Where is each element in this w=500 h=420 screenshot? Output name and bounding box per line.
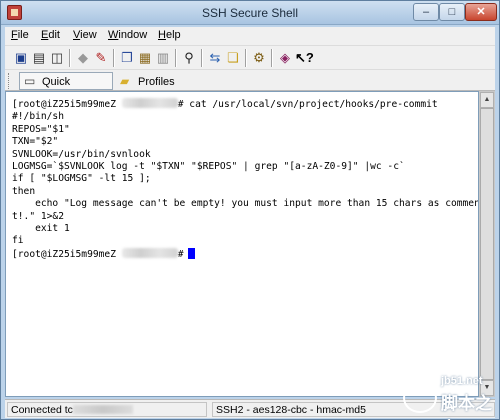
watermark-url: jb51.net [441,375,483,387]
terminal-line: t!." 1>&2 [12,210,64,222]
toolbar-separator [201,49,203,67]
profiles-button[interactable]: ▰ Profiles [115,72,175,90]
paste-selection-icon[interactable]: ▥ [155,50,171,66]
menu-bar: File Edit View Window Help [5,27,495,45]
toolbar-separator [271,49,273,67]
text-cursor [187,247,195,259]
terminal-line: fi [12,235,24,247]
toolbar-separator [113,49,115,67]
print-icon[interactable]: ▤ [31,50,47,66]
prompt-symbol: # [177,248,184,260]
context-help-icon[interactable]: ↖? [295,50,314,66]
title-bar[interactable]: SSH Secure Shell – □ ✕ [1,1,499,25]
profile-bar: ▭ Quick Connect ▰ Profiles [5,69,495,106]
terminal-line: echo "Log message can't be empty! you mu… [12,198,479,210]
redacted-hostname [121,247,178,258]
vertical-scrollbar[interactable]: ▲ ▼ [479,91,495,397]
redacted-host [72,405,133,414]
terminal-line: REPOS="$1" [12,123,70,135]
file-transfer-icon[interactable]: ⇆ [207,50,223,66]
terminal-line: #!/bin/sh [12,111,64,123]
watermark: jb51.net 脚本之家 [401,375,500,420]
toolbar-grip[interactable] [8,73,11,89]
terminal-line: [root@iZ25i5m99meZ # [12,247,472,261]
watermark-name: 脚本之家 [441,394,492,420]
toolbar-separator [245,49,247,67]
connection-status: Connected tc [7,402,207,417]
menu-edit[interactable]: Edit [41,29,60,41]
quick-connect-icon: ▭ [24,74,36,88]
disconnect-icon[interactable]: ◆ [75,50,91,66]
terminal-line: TXN="$2" [12,136,59,148]
connection-status-text: Connected tc [11,404,73,416]
maximize-button[interactable]: □ [439,3,465,21]
paste-icon[interactable]: ▦ [137,50,153,66]
minimize-button[interactable]: – [413,3,439,21]
toolbar: ▣ ▤ ◫ ◆ ✎ ❐ ▦ ▥ ⚲ ⇆ ❏ ⚙ ◈ ↖? [5,45,495,69]
menu-window[interactable]: Window [108,29,147,41]
terminal-line: then [12,185,36,197]
terminal-line: SVNLOOK=/usr/bin/svnlook [12,148,151,160]
terminal-output: [root@iZ25i5m99meZ # cat /usr/local/svn/… [12,98,479,261]
menu-help[interactable]: Help [158,29,181,41]
menu-file[interactable]: File [11,29,29,41]
settings-icon[interactable]: ⚙ [251,50,267,66]
copy-icon[interactable]: ❐ [119,50,135,66]
scroll-thumb[interactable] [480,108,494,380]
terminal-line: if [ "$LOGMSG" -lt 15 ]; [12,173,151,185]
close-button[interactable]: ✕ [465,3,497,21]
profiles-label: Profiles [138,76,175,88]
quick-connect-button[interactable]: ▭ Quick Connect [19,72,113,106]
help-topics-icon[interactable]: ◈ [277,50,293,66]
prompt-command: # cat /usr/local/svn/project/hooks/pre-c… [177,99,438,110]
find-icon[interactable]: ⚲ [181,50,197,66]
terminal-line: [root@iZ25i5m99meZ # cat /usr/local/svn/… [12,98,472,111]
folder-icon: ▰ [120,74,130,88]
save-icon[interactable]: ▣ [13,50,29,66]
toolbar-separator [175,49,177,67]
prompt-user: [root@iZ25i5m99meZ [12,99,116,110]
redacted-hostname [121,98,178,108]
app-window: SSH Secure Shell – □ ✕ File Edit View Wi… [0,0,500,420]
new-window-icon[interactable]: ❏ [225,50,241,66]
connect-icon[interactable]: ✎ [93,50,109,66]
terminal-area[interactable]: [root@iZ25i5m99meZ # cat /usr/local/svn/… [5,91,479,397]
menu-view[interactable]: View [73,29,97,41]
terminal-line: exit 1 [12,223,70,235]
scroll-up-button[interactable]: ▲ [480,92,494,108]
print-preview-icon[interactable]: ◫ [49,50,65,66]
toolbar-separator [69,49,71,67]
watermark-logo [403,383,437,413]
terminal-line: LOGMSG=`$SVNLOOK log -t "$TXN" "$REPOS" … [12,161,405,173]
prompt-user: [root@iZ25i5m99meZ [12,248,116,260]
